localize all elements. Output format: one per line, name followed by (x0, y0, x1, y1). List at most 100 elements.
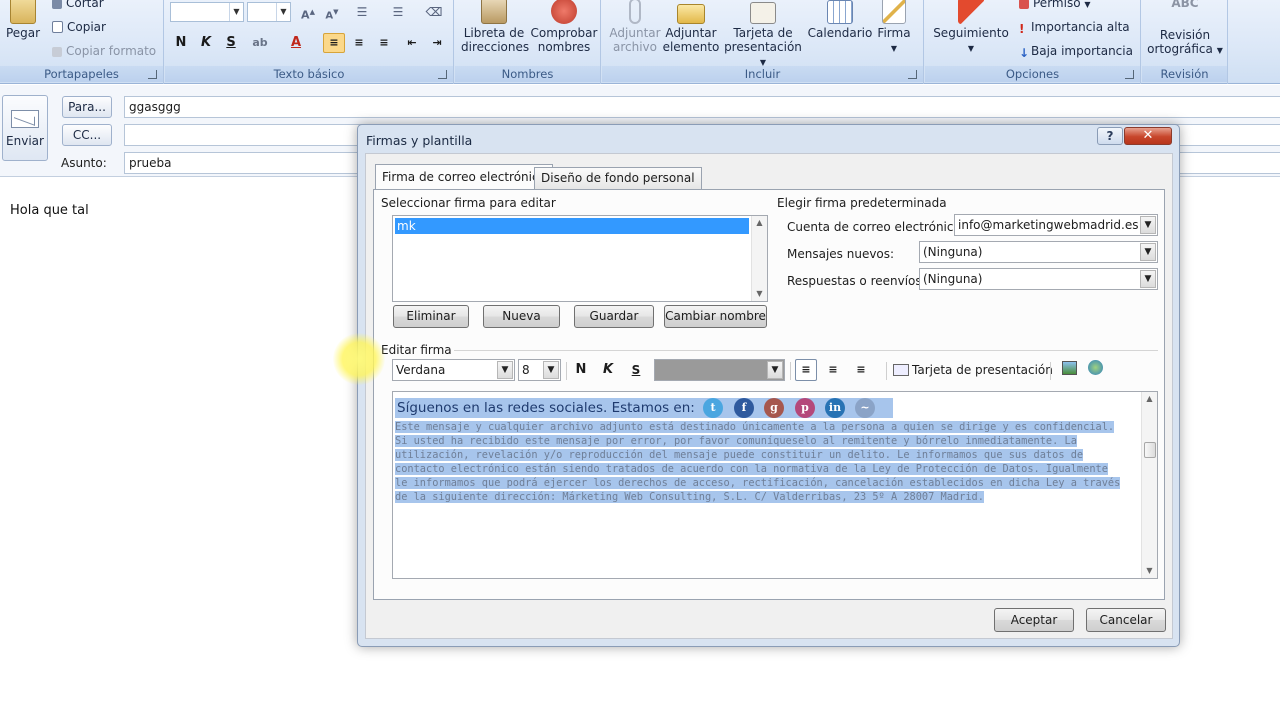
address-book-button[interactable]: Libreta de direcciones (461, 0, 529, 54)
other-network-icon[interactable]: ~ (855, 398, 875, 418)
accept-button[interactable]: Aceptar (994, 608, 1074, 632)
signature-button[interactable]: Firma ▼ (872, 0, 916, 56)
facebook-icon[interactable]: f (734, 398, 754, 418)
paperclip-icon (629, 0, 641, 24)
attach-item-button[interactable]: Adjuntar elemento (662, 0, 720, 54)
twitter-icon[interactable]: t (703, 398, 723, 418)
insert-business-card-button[interactable]: Tarjeta de presentación (893, 363, 1053, 377)
check-names-button[interactable]: Comprobar nombres (529, 0, 599, 54)
scroll-thumb[interactable] (1144, 442, 1156, 458)
include-launcher[interactable] (908, 70, 917, 79)
sig-italic-button[interactable]: K (597, 359, 619, 381)
close-button[interactable]: ✕ (1124, 127, 1172, 145)
to-field[interactable]: ggasggg (124, 96, 1280, 118)
clear-format-icon[interactable]: ⌫ (423, 2, 445, 22)
shrink-font-icon[interactable]: A▼ (321, 2, 343, 22)
save-button[interactable]: Guardar (574, 305, 654, 328)
options-launcher[interactable] (1125, 70, 1134, 79)
replies-dropdown[interactable]: (Ninguna) ▼ (919, 268, 1158, 290)
account-dropdown[interactable]: info@marketingwebmadrid.es ▼ (954, 214, 1158, 236)
follow-up-button[interactable]: Seguimiento ▼ (929, 0, 1013, 56)
basic-text-group: ▼ ▼ A▲ A▼ ☰ ☰ ⌫ N K S ab A ≡ ≡ ≡ ⇤ ⇥ Tex… (165, 0, 454, 84)
disclaimer-text: Este mensaje y cualquier archivo adjunto… (395, 420, 1135, 504)
copy-label: Copiar (67, 20, 106, 34)
business-card-button[interactable]: Tarjeta de presentación ▼ (722, 0, 804, 70)
attach-file-button[interactable]: Adjuntar archivo (606, 0, 664, 54)
calendar-button[interactable]: Calendario (804, 0, 876, 40)
tab-personal-stationery[interactable]: Diseño de fondo personal (534, 167, 702, 189)
font-color-icon[interactable]: A (285, 33, 307, 53)
cut-button[interactable]: Cortar (52, 0, 104, 10)
permission-button[interactable]: Permiso ▼ (1019, 0, 1091, 10)
send-button[interactable]: Enviar (2, 95, 48, 161)
decrease-indent-icon[interactable]: ⇤ (401, 33, 423, 53)
google-plus-icon[interactable]: g (764, 398, 784, 418)
basic-text-launcher[interactable] (438, 70, 447, 79)
grow-font-icon[interactable]: A▲ (297, 2, 319, 22)
clipboard-launcher[interactable] (148, 70, 157, 79)
color-dropdown[interactable]: ▼ (654, 359, 785, 381)
font-dropdown[interactable]: Verdana ▼ (392, 359, 515, 381)
insert-hyperlink-icon[interactable] (1084, 359, 1106, 381)
sig-underline-button[interactable]: S (625, 359, 647, 381)
bold-button[interactable]: N (170, 33, 192, 53)
sig-align-left-icon[interactable]: ≡ (795, 359, 817, 381)
new-messages-label: Mensajes nuevos: (787, 247, 895, 261)
cancel-button[interactable]: Cancelar (1086, 608, 1166, 632)
copy-icon (52, 21, 63, 33)
signature-list[interactable]: mk ▲ ▼ (392, 215, 768, 302)
highlight-icon[interactable]: ab (249, 33, 271, 53)
spelling-button[interactable]: ABC Revisión ortográfica ▼ (1144, 0, 1226, 58)
sig-align-right-icon[interactable]: ≡ (850, 359, 872, 381)
sig-bold-button[interactable]: N (570, 359, 592, 381)
copy-button[interactable]: Copiar (52, 20, 106, 34)
insert-picture-icon[interactable] (1058, 359, 1080, 381)
dialog-content: Firma de correo electrónico Diseño de fo… (365, 153, 1173, 639)
signature-list-item[interactable]: mk (395, 218, 749, 234)
scroll-up-icon[interactable]: ▲ (1142, 392, 1157, 406)
scroll-up-icon[interactable]: ▲ (752, 216, 767, 230)
scroll-down-icon[interactable]: ▼ (752, 287, 767, 301)
names-group-label: Nombres (455, 66, 600, 82)
message-body[interactable]: Hola que tal (10, 203, 89, 218)
to-button[interactable]: Para... (62, 96, 112, 118)
account-label: Cuenta de correo electrónico: (787, 220, 965, 234)
increase-indent-icon[interactable]: ⇥ (426, 33, 448, 53)
scroll-down-icon[interactable]: ▼ (1142, 564, 1157, 578)
underline-button[interactable]: S (220, 33, 242, 53)
disclaimer-line: Si usted ha recibido este mensaje por er… (395, 435, 1077, 447)
italic-button[interactable]: K (195, 33, 217, 53)
low-importance-button[interactable]: ↓ Baja importancia (1019, 44, 1133, 60)
dialog-title: Firmas y plantilla (366, 133, 473, 148)
linkedin-icon[interactable]: in (825, 398, 845, 418)
ribbon-size-combo[interactable]: ▼ (247, 2, 291, 22)
numbering-icon[interactable]: ☰ (387, 2, 409, 22)
align-center-icon[interactable]: ≡ (348, 33, 370, 53)
new-button[interactable]: Nueva (483, 305, 560, 328)
bullets-icon[interactable]: ☰ (351, 2, 373, 22)
size-dropdown[interactable]: 8 ▼ (518, 359, 561, 381)
signature-editor[interactable]: Síguenos en las redes sociales. Estamos … (392, 391, 1158, 579)
editor-scrollbar[interactable]: ▲ ▼ (1141, 392, 1157, 578)
font-value: Verdana (396, 363, 446, 377)
send-envelope-icon (11, 110, 39, 128)
align-left-icon[interactable]: ≡ (323, 33, 345, 53)
attach-item-label: Adjuntar elemento (662, 26, 720, 54)
help-button[interactable]: ? (1097, 127, 1123, 145)
sig-align-center-icon[interactable]: ≡ (822, 359, 844, 381)
cc-button[interactable]: CC... (62, 124, 112, 146)
insert-business-card-label: Tarjeta de presentación (912, 363, 1053, 377)
ribbon-font-combo[interactable]: ▼ (170, 2, 244, 22)
cut-label: Cortar (66, 0, 104, 10)
high-importance-button[interactable]: ! Importancia alta (1019, 20, 1130, 36)
names-group: Libreta de direcciones Comprobar nombres… (455, 0, 601, 84)
signature-list-scrollbar[interactable]: ▲ ▼ (751, 216, 767, 301)
delete-button[interactable]: Eliminar (393, 305, 469, 328)
tab-email-signature[interactable]: Firma de correo electrónico (375, 164, 553, 190)
rename-button[interactable]: Cambiar nombre (664, 305, 767, 328)
new-messages-dropdown[interactable]: (Ninguna) ▼ (919, 241, 1158, 263)
paste-button[interactable]: Pegar (2, 0, 44, 40)
align-right-icon[interactable]: ≡ (373, 33, 395, 53)
pinterest-icon[interactable]: p (795, 398, 815, 418)
format-painter-button[interactable]: Copiar formato (52, 44, 156, 58)
